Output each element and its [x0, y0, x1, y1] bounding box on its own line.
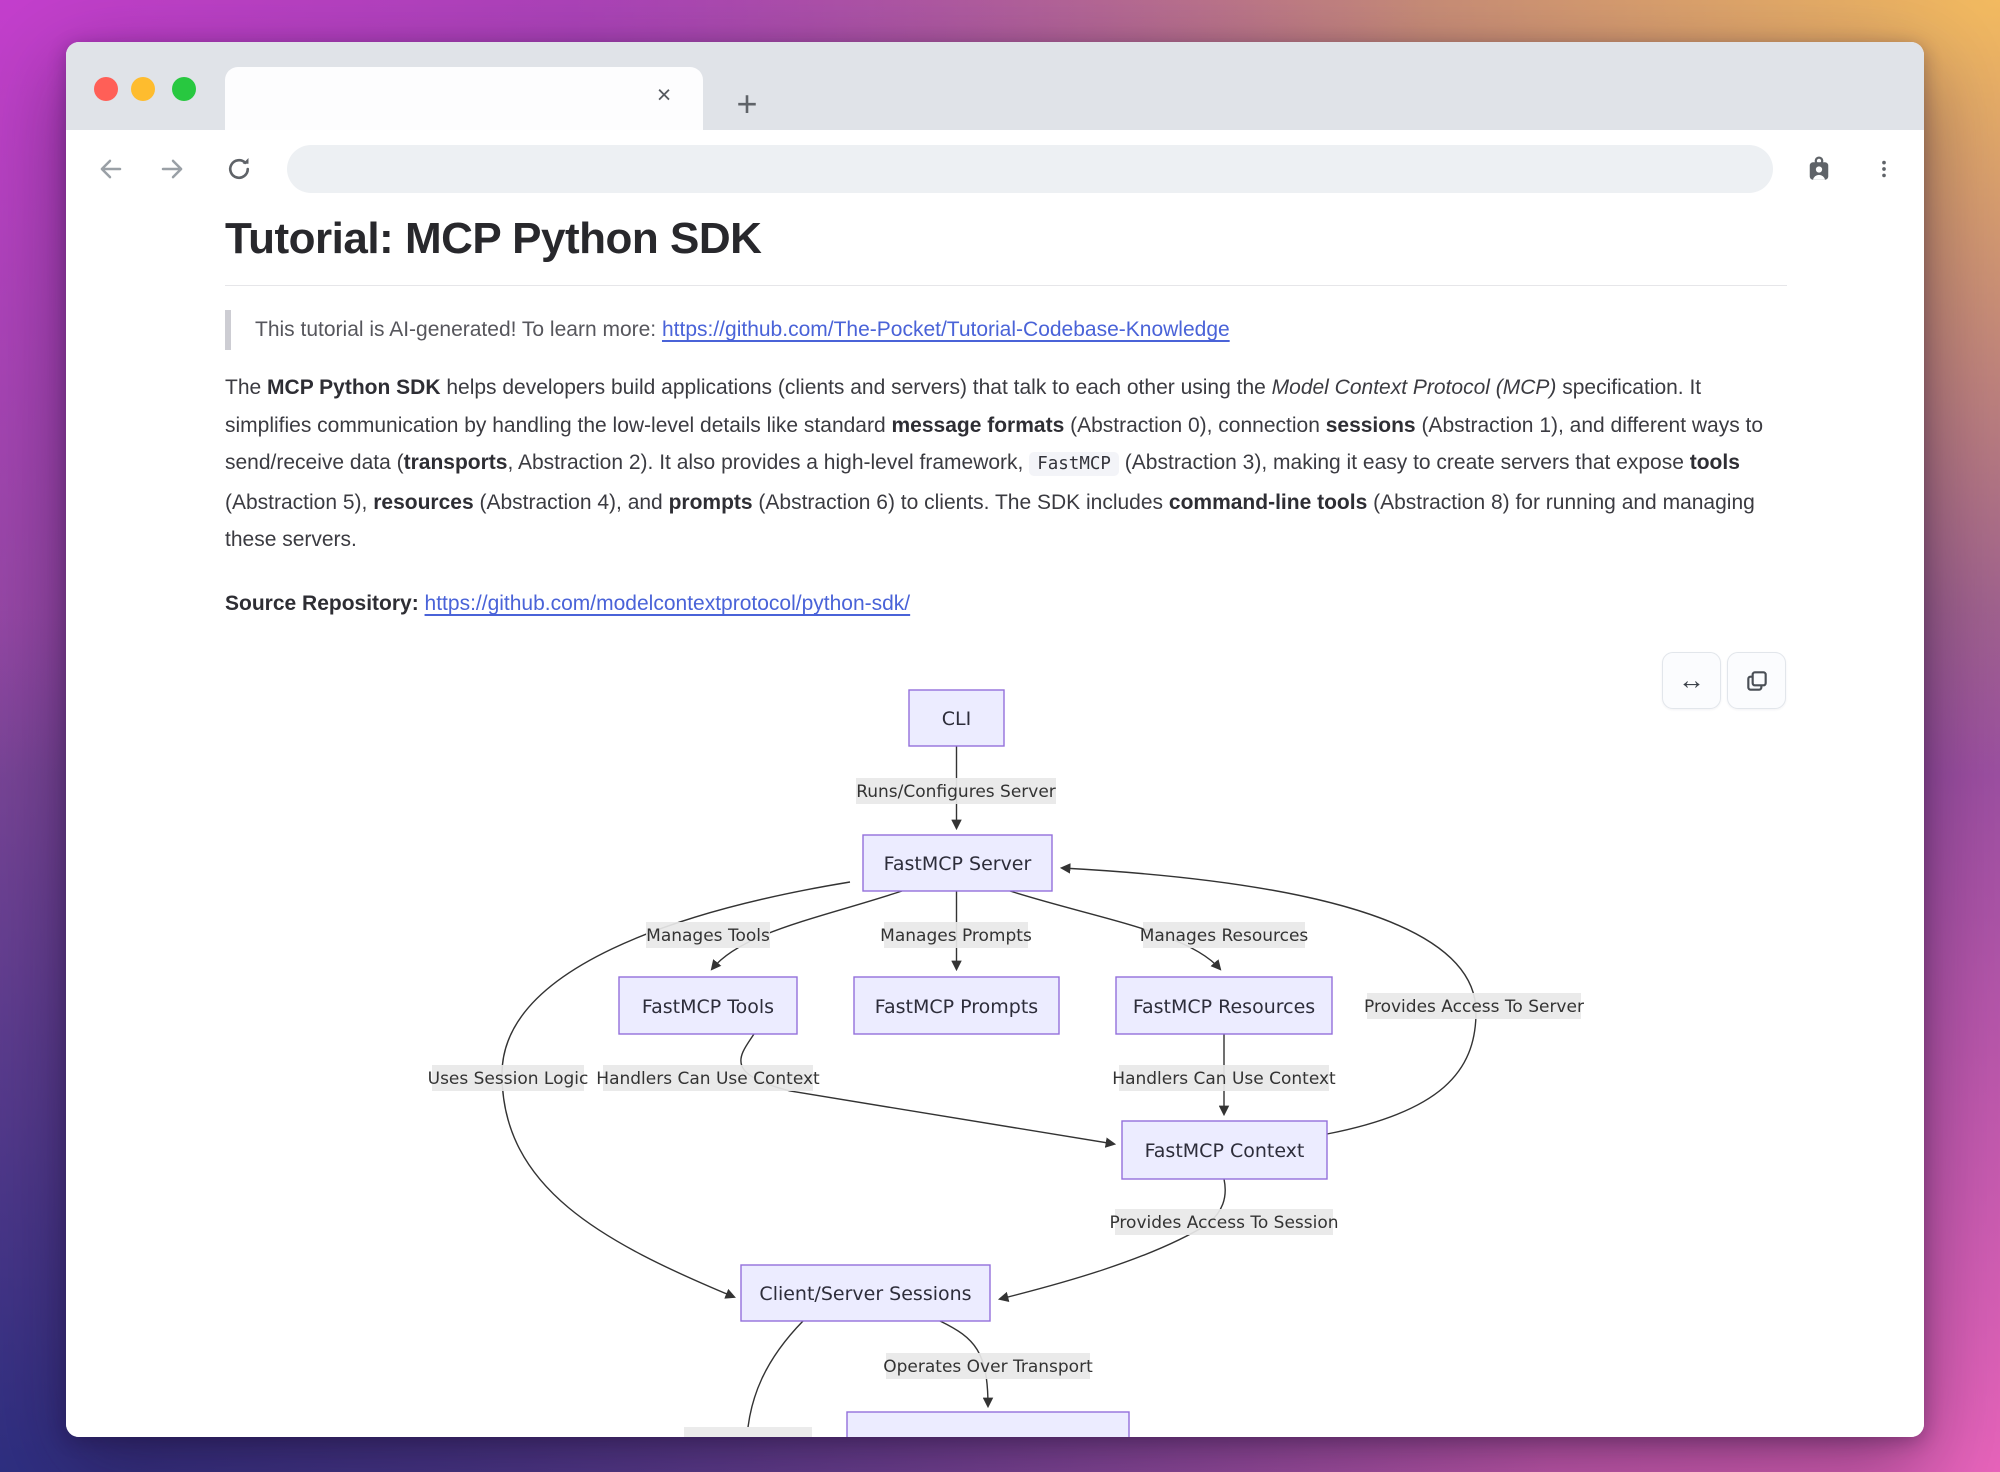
edge-label-runs-configures-server: Runs/Configures Server [856, 778, 1056, 804]
menu-button[interactable] [1863, 148, 1905, 190]
profile-badge-icon [1804, 154, 1834, 184]
source-repository-label: Source Repository: [225, 592, 425, 615]
minimize-window-button[interactable] [131, 77, 155, 101]
profile-button[interactable] [1798, 148, 1840, 190]
callout-text: This tutorial is AI-generated! To learn … [255, 318, 662, 341]
edge-label-manages-prompts: Manages Prompts [880, 922, 1032, 948]
svg-text:FastMCP Context: FastMCP Context [1145, 1140, 1305, 1162]
svg-text:FastMCP Resources: FastMCP Resources [1133, 996, 1315, 1018]
ai-generated-callout: This tutorial is AI-generated! To learn … [225, 310, 1817, 350]
browser-tab[interactable]: × [225, 67, 703, 130]
edge-label-handlers-can-use-context-left: Handlers Can Use Context [596, 1065, 820, 1091]
svg-text:Handlers Can Use Context: Handlers Can Use Context [596, 1069, 820, 1089]
clipped-edge-label [684, 1427, 812, 1437]
page-title: Tutorial: MCP Python SDK [225, 214, 761, 264]
browser-toolbar [66, 130, 1924, 209]
svg-text:Handlers Can Use Context: Handlers Can Use Context [1112, 1069, 1336, 1089]
forward-button[interactable] [152, 148, 194, 190]
svg-text:FastMCP Tools: FastMCP Tools [642, 996, 774, 1018]
page-content: Tutorial: MCP Python SDK This tutorial i… [66, 208, 1924, 1437]
source-repository-line: Source Repository: https://github.com/mo… [225, 592, 910, 616]
tab-close-icon[interactable]: × [647, 78, 681, 112]
svg-text:Manages Resources: Manages Resources [1140, 926, 1309, 946]
svg-text:Manages Prompts: Manages Prompts [880, 926, 1032, 946]
svg-text:Manages Tools: Manages Tools [646, 926, 770, 946]
svg-text:Client/Server Sessions: Client/Server Sessions [759, 1283, 971, 1305]
new-tab-button[interactable]: + [724, 82, 770, 128]
back-button[interactable] [89, 148, 131, 190]
edge-context-sessions [1000, 1179, 1225, 1299]
intro-paragraph: The MCP Python SDK helps developers buil… [225, 369, 1791, 559]
address-bar[interactable] [287, 145, 1773, 193]
node-fastmcp-prompts: FastMCP Prompts [854, 977, 1059, 1034]
title-divider [225, 285, 1787, 286]
edge-label-provides-access-to-session: Provides Access To Session [1109, 1209, 1338, 1235]
edge-sessions-clipped [747, 1321, 803, 1437]
back-arrow-icon [95, 154, 125, 184]
kebab-menu-icon [1873, 158, 1895, 180]
svg-text:Provides Access To Session: Provides Access To Session [1109, 1213, 1338, 1233]
mcp-flowchart: CLI FastMCP Server FastMCP Tools FastMCP… [350, 670, 1850, 1437]
node-fastmcp-tools: FastMCP Tools [619, 977, 797, 1034]
edge-label-provides-access-to-server: Provides Access To Server [1364, 993, 1584, 1019]
svg-text:Uses Session Logic: Uses Session Logic [428, 1069, 589, 1089]
desktop-background: × + [0, 0, 2000, 1472]
reload-button[interactable] [218, 148, 260, 190]
edge-label-manages-tools: Manages Tools [646, 922, 770, 948]
close-window-button[interactable] [94, 77, 118, 101]
zoom-window-button[interactable] [172, 77, 196, 101]
edge-label-handlers-can-use-context-right: Handlers Can Use Context [1112, 1065, 1336, 1091]
forward-arrow-icon [158, 154, 188, 184]
svg-text:FastMCP Server: FastMCP Server [884, 853, 1032, 875]
tab-strip: × + [66, 42, 1924, 130]
edge-label-manages-resources: Manages Resources [1140, 922, 1309, 948]
edge-label-operates-over-transport: Operates Over Transport [883, 1353, 1093, 1379]
node-fastmcp-server: FastMCP Server [863, 835, 1052, 891]
browser-window: × + [66, 42, 1924, 1437]
node-fastmcp-resources: FastMCP Resources [1116, 977, 1332, 1034]
edge-label-uses-session-logic: Uses Session Logic [428, 1065, 589, 1091]
svg-text:Operates Over Transport: Operates Over Transport [883, 1357, 1093, 1377]
reload-icon [224, 154, 254, 184]
svg-text:FastMCP Prompts: FastMCP Prompts [875, 996, 1038, 1018]
tutorial-codebase-link[interactable]: https://github.com/The-Pocket/Tutorial-C… [662, 318, 1230, 341]
node-client-server-sessions: Client/Server Sessions [741, 1265, 990, 1321]
node-cli: CLI [909, 690, 1004, 746]
svg-text:Runs/Configures Server: Runs/Configures Server [856, 782, 1056, 802]
node-transport-clipped [847, 1412, 1129, 1437]
source-repository-link[interactable]: https://github.com/modelcontextprotocol/… [425, 592, 911, 615]
svg-text:CLI: CLI [942, 708, 971, 730]
node-fastmcp-context: FastMCP Context [1122, 1121, 1327, 1179]
svg-text:Provides Access To Server: Provides Access To Server [1364, 997, 1584, 1017]
